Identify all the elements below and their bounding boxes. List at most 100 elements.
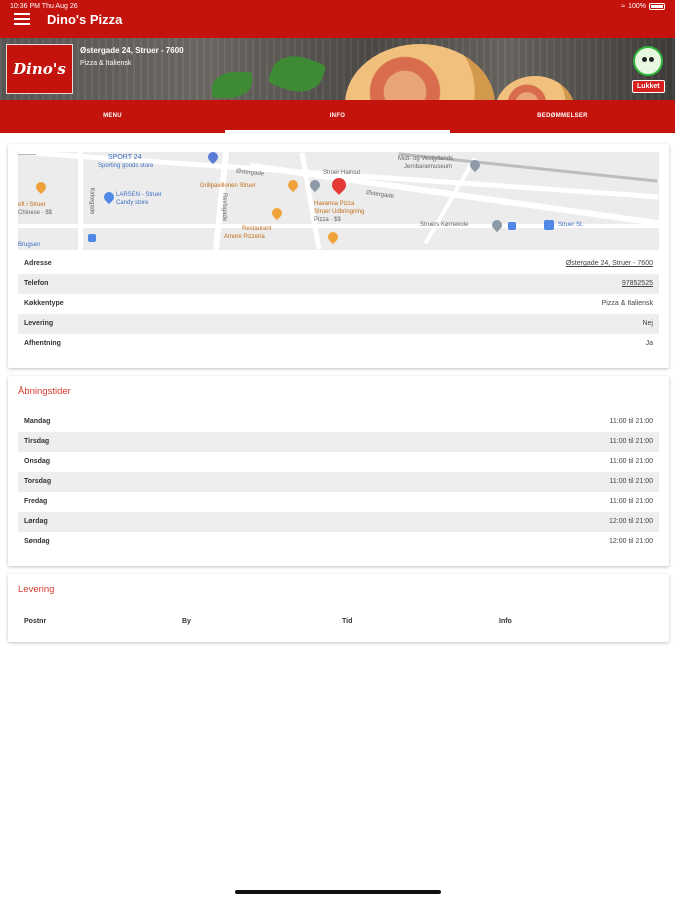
info-label: Adresse (24, 260, 52, 267)
basil-leaf-image (267, 48, 327, 100)
hours-value: 11:00 til 21:00 (609, 458, 653, 465)
hours-row: Torsdag 11:00 til 21:00 (18, 472, 659, 492)
info-value: Ja (645, 340, 653, 347)
info-value: Pizza & Italiensk (601, 300, 653, 307)
info-label: Afhentning (24, 340, 61, 347)
map-label-havanna3: Pizza · $$ (314, 217, 341, 223)
map-label-museum1: Midt- og Vestjyllands (398, 156, 454, 162)
tab-reviews[interactable]: BEDØMMELSER (450, 100, 675, 133)
info-card: ——— SPORT 24 Sporting goods store LARSEN… (8, 144, 669, 368)
active-tab-indicator (225, 130, 450, 133)
hours-value: 11:00 til 21:00 (609, 418, 653, 425)
restaurant-banner: Dino's Østergade 24, Struer - 7600 Pizza… (0, 38, 675, 100)
hours-value: 12:00 til 21:00 (609, 518, 653, 525)
banner-cuisine: Pizza & Italiensk (80, 60, 132, 67)
delivery-column-header: Info (499, 618, 512, 625)
opening-hours-card: Åbningstider Mandag 11:00 til 21:00 Tirs… (8, 376, 669, 566)
info-label: Køkkentype (24, 300, 64, 307)
status-date-text: Thu Aug 26 (41, 3, 78, 10)
info-value: Nej (642, 320, 653, 327)
status-right: ≈ 100% (621, 3, 665, 10)
hours-value: 11:00 til 21:00 (609, 438, 653, 445)
opening-hours-title: Åbningstider (18, 386, 71, 397)
train-station-icon (544, 220, 554, 230)
hours-row: Tirsdag 11:00 til 21:00 (18, 432, 659, 452)
delivery-column-header: Tid (342, 618, 353, 625)
info-row-phone: Telefon 97852525 (18, 274, 659, 294)
app-bar: 10:36 PM Thu Aug 26 ≈ 100% Dino's Pizza (0, 0, 675, 38)
map-label-sport24-sub: Sporting goods store (98, 163, 154, 169)
day-label: Tirsdag (24, 438, 50, 445)
info-label: Levering (24, 320, 54, 327)
shop-pin-icon (101, 189, 117, 205)
status-mascot-icon (633, 46, 663, 76)
hours-row: Lørdag 12:00 til 21:00 (18, 512, 659, 532)
map-label-street3: Kirkegade (88, 187, 95, 215)
menu-icon[interactable] (14, 13, 30, 25)
app-title: Dino's Pizza (47, 12, 123, 27)
info-row-cuisine: Køkkentype Pizza & Italiensk (18, 294, 659, 314)
map-label: ——— (18, 152, 36, 158)
map-label-left1: eft i Struer (18, 202, 46, 208)
food-pin-icon (33, 179, 49, 195)
day-label: Fredag (24, 498, 48, 505)
wifi-icon: ≈ (621, 3, 626, 10)
hours-value: 11:00 til 21:00 (609, 498, 653, 505)
day-label: Onsdag (24, 458, 51, 465)
delivery-title: Levering (18, 584, 55, 595)
map-label-restaurant2: Amore Pizzeria (224, 234, 265, 240)
bus-icon (508, 222, 516, 230)
address-link[interactable]: Østergade 24, Struer - 7600 (566, 260, 653, 267)
day-label: Torsdag (24, 478, 52, 485)
info-row-pickup: Afhentning Ja (18, 334, 659, 354)
delivery-column-header: Postnr (24, 618, 47, 625)
status-time: 10:36 PM Thu Aug 26 (10, 3, 78, 10)
phone-link[interactable]: 97852525 (622, 280, 653, 287)
map-label-bottom-left: Brugsen (18, 242, 41, 248)
map-label-street: Østergade (365, 190, 395, 200)
banner-address: Østergade 24, Struer - 7600 (80, 46, 184, 55)
restaurant-logo: Dino's (6, 44, 73, 94)
status-badge: Lukket (632, 80, 665, 93)
map-label-street4: Revlsgade (221, 192, 228, 222)
map-label-karnekole: Struers Kørnekole (420, 222, 469, 228)
pizza-image (495, 76, 575, 100)
day-label: Mandag (24, 418, 51, 425)
map-label-sport24: SPORT 24 (108, 154, 142, 161)
hours-row: Søndag 12:00 til 21:00 (18, 532, 659, 552)
battery-icon (649, 3, 665, 10)
map-pin-icon (489, 217, 505, 233)
food-pin-icon (325, 229, 341, 245)
map-label-museum2: Jernbanemuseum (404, 164, 453, 170)
location-map[interactable]: ——— SPORT 24 Sporting goods store LARSEN… (18, 152, 659, 250)
basil-leaf-image (212, 72, 252, 98)
tab-bar: MENU INFO BEDØMMELSER (0, 100, 675, 133)
hours-row: Fredag 11:00 til 21:00 (18, 492, 659, 512)
day-label: Lørdag (24, 518, 48, 525)
delivery-card: Levering Postnr By Tid Info (8, 574, 669, 642)
info-label: Telefon (24, 280, 49, 287)
food-pin-icon (269, 205, 285, 221)
battery-percent: 100% (628, 3, 646, 10)
hours-value: 12:00 til 21:00 (609, 538, 653, 545)
hours-row: Onsdag 11:00 til 21:00 (18, 452, 659, 472)
delivery-column-header: By (182, 618, 191, 625)
map-label-grill: Grillpavillonen Struer (200, 183, 256, 189)
pizza-image (345, 44, 495, 100)
info-row-delivery: Levering Nej (18, 314, 659, 334)
map-label-larsen-sub: Candy store (116, 200, 149, 206)
status-bar: 10:36 PM Thu Aug 26 ≈ 100% (0, 0, 675, 12)
map-label-restaurant1: Restaurant (242, 226, 272, 232)
map-label-larsen: LARSEN - Struer (116, 192, 162, 198)
map-label-havanna2: Struer Udbringning (314, 209, 365, 215)
info-row-address: Adresse Østergade 24, Struer - 7600 (18, 254, 659, 274)
hours-row: Mandag 11:00 til 21:00 (18, 412, 659, 432)
status-time-text: 10:36 PM (10, 3, 40, 10)
tab-info[interactable]: INFO (225, 100, 450, 133)
map-label-havanna1: Havanna Pizza (314, 201, 355, 207)
tab-menu[interactable]: MENU (0, 100, 225, 133)
hours-value: 11:00 til 21:00 (609, 478, 653, 485)
home-indicator[interactable] (235, 890, 441, 894)
map-label-left2: Chinese · $$ (18, 210, 53, 216)
bus-icon (88, 234, 96, 242)
